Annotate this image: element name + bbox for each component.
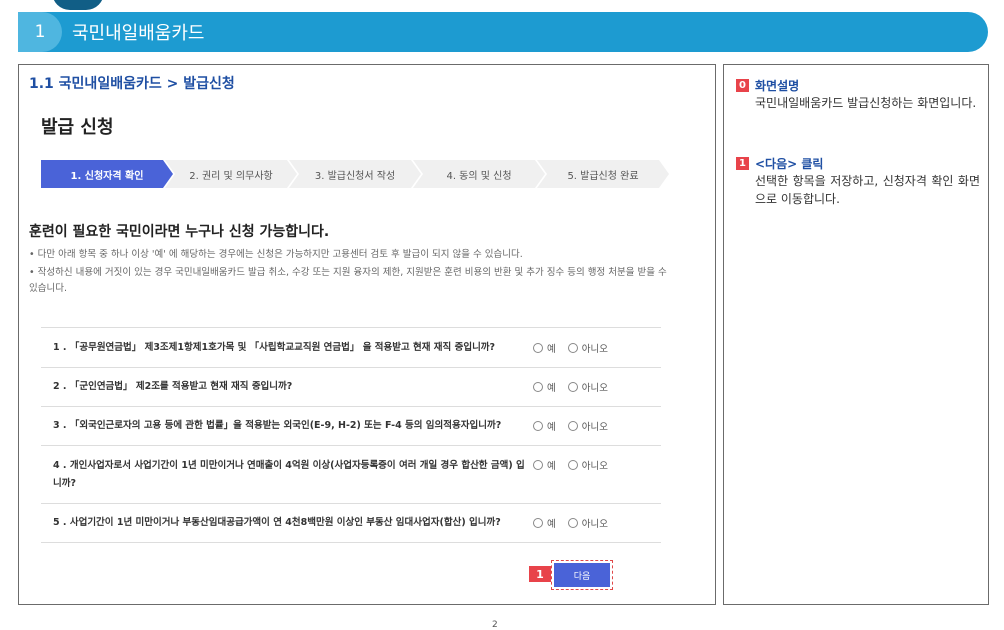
description-title: <다음> 클릭 bbox=[755, 157, 824, 171]
radio-circle-icon[interactable] bbox=[533, 382, 543, 392]
yes-radio[interactable]: 예 bbox=[533, 516, 556, 530]
question-text: 5 . 사업기간이 1년 미만이거나 부동산임대공급가액이 연 4천8백만원 이… bbox=[53, 517, 501, 528]
no-radio[interactable]: 아니오 bbox=[567, 458, 608, 472]
step-4: 4. 동의 및 신청 bbox=[413, 160, 545, 188]
step-3: 3. 발급신청서 작성 bbox=[289, 160, 421, 188]
banner-decoration bbox=[52, 0, 104, 10]
page-title: 발급 신청 bbox=[41, 117, 114, 138]
no-radio[interactable]: 아니오 bbox=[567, 419, 608, 433]
question-text: 3 . 「외국인근로자의 고용 등에 관한 법률」을 적용받는 외국인(E-9,… bbox=[53, 420, 502, 431]
description-text: 선택한 항목을 저장하고, 신청자격 확인 화면으로 이동합니다. bbox=[755, 174, 980, 206]
question-text: 2 . 「군인연금법」 제2조를 적용받고 현재 재직 중입니까? bbox=[53, 381, 293, 392]
question-row: 3 . 「외국인근로자의 고용 등에 관한 법률」을 적용받는 외국인(E-9,… bbox=[41, 407, 661, 446]
screen-panel: 1.1 국민내일배움카드 > 발급신청 발급 신청 1. 신청자격 확인 2. … bbox=[18, 64, 716, 605]
radio-circle-icon[interactable] bbox=[567, 382, 578, 392]
notice-2: • 작성하신 내용에 거짓이 있는 경우 국민내일배움카드 발급 취소, 수강 … bbox=[29, 267, 667, 294]
radio-circle-icon[interactable] bbox=[567, 421, 578, 431]
question-table: 1 . 「공무원연금법」 제3조제1항제1호가목 및 「사립학교교직원 연금법」… bbox=[41, 327, 661, 543]
no-radio[interactable]: 아니오 bbox=[567, 380, 608, 394]
banner-title: 국민내일배움카드 bbox=[72, 23, 205, 44]
next-button[interactable]: 다음 bbox=[554, 563, 610, 587]
radio-circle-icon[interactable] bbox=[533, 518, 543, 528]
question-row: 4 . 개인사업자로서 사업기간이 1년 미만이거나 연매출이 4억원 이상(사… bbox=[41, 446, 661, 504]
page-number: 2 bbox=[492, 620, 498, 630]
question-text: 1 . 「공무원연금법」 제3조제1항제1호가목 및 「사립학교교직원 연금법」… bbox=[53, 341, 496, 353]
yes-radio[interactable]: 예 bbox=[533, 458, 556, 472]
question-row: 5 . 사업기간이 1년 미만이거나 부동산임대공급가액이 연 4천8백만원 이… bbox=[41, 504, 661, 543]
callout-badge: 1 bbox=[529, 566, 551, 582]
notice-1: • 다만 아래 항목 중 하나 이상 '예' 에 해당하는 경우에는 신청은 가… bbox=[29, 249, 523, 260]
radio-circle-icon[interactable] bbox=[533, 460, 543, 470]
description-item: 0 화면설명 국민내일배움카드 발급신청하는 화면입니다. bbox=[736, 77, 980, 112]
no-radio[interactable]: 아니오 bbox=[567, 341, 608, 355]
callout-badge: 1 bbox=[736, 157, 749, 170]
description-item: 1 <다음> 클릭 선택한 항목을 저장하고, 신청자격 확인 화면으로 이동합… bbox=[736, 155, 980, 208]
yes-radio[interactable]: 예 bbox=[533, 341, 556, 355]
breadcrumb: 1.1 국민내일배움카드 > 발급신청 bbox=[29, 76, 235, 92]
question-text: 4 . 개인사업자로서 사업기간이 1년 미만이거나 연매출이 4억원 이상(사… bbox=[53, 459, 525, 489]
next-button-highlight: 다음 bbox=[551, 560, 613, 590]
step-2: 2. 권리 및 의무사항 bbox=[165, 160, 297, 188]
description-text: 국민내일배움카드 발급신청하는 화면입니다. bbox=[755, 96, 977, 110]
description-title: 화면설명 bbox=[755, 79, 800, 93]
yes-radio[interactable]: 예 bbox=[533, 380, 556, 394]
radio-circle-icon[interactable] bbox=[533, 421, 543, 431]
yes-radio[interactable]: 예 bbox=[533, 419, 556, 433]
question-row: 1 . 「공무원연금법」 제3조제1항제1호가목 및 「사립학교교직원 연금법」… bbox=[41, 328, 661, 368]
callout-badge: 0 bbox=[736, 79, 749, 92]
question-row: 2 . 「군인연금법」 제2조를 적용받고 현재 재직 중입니까? 예 아니오 bbox=[41, 368, 661, 407]
step-5: 5. 발급신청 완료 bbox=[537, 160, 669, 188]
radio-circle-icon[interactable] bbox=[567, 460, 578, 470]
banner-number: 1 bbox=[34, 22, 46, 42]
description-panel: 0 화면설명 국민내일배움카드 발급신청하는 화면입니다. 1 <다음> 클릭 … bbox=[723, 64, 989, 605]
radio-circle-icon[interactable] bbox=[533, 342, 543, 353]
radio-circle-icon[interactable] bbox=[567, 518, 578, 528]
eligibility-heading: 훈련이 필요한 국민이라면 누구나 신청 가능합니다. bbox=[29, 224, 330, 240]
step-1: 1. 신청자격 확인 bbox=[41, 160, 173, 188]
banner-number-badge: 1 bbox=[18, 12, 62, 52]
no-radio[interactable]: 아니오 bbox=[567, 516, 608, 530]
step-indicator: 1. 신청자격 확인 2. 권리 및 의무사항 3. 발급신청서 작성 4. 동… bbox=[41, 160, 661, 188]
radio-circle-icon[interactable] bbox=[567, 342, 578, 353]
